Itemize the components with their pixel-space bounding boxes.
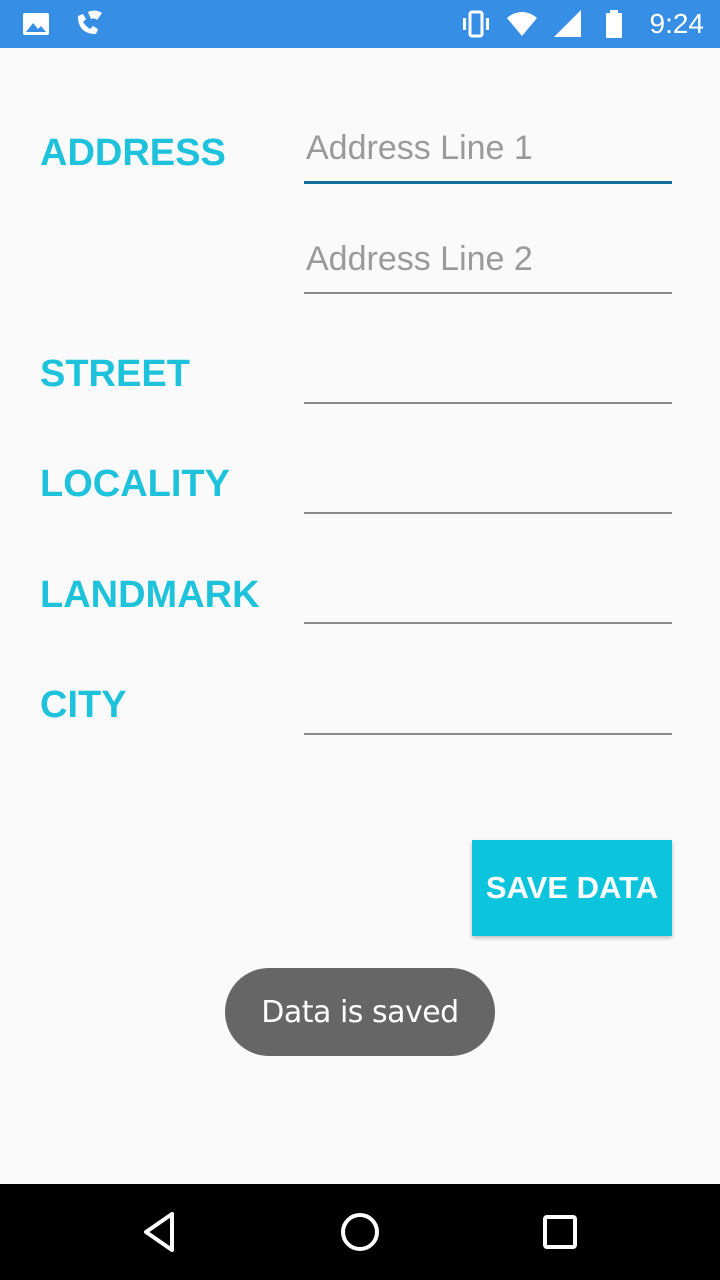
address-line-2-input[interactable] bbox=[304, 234, 672, 294]
wifi-icon bbox=[506, 8, 538, 40]
city-label: CITY bbox=[40, 684, 127, 726]
toast: Data is saved bbox=[225, 968, 495, 1056]
back-icon bbox=[144, 1212, 174, 1252]
home-icon bbox=[341, 1213, 379, 1251]
status-bar: 9:24 bbox=[0, 0, 720, 48]
save-data-button[interactable]: SAVE DATA bbox=[472, 840, 672, 936]
vibrate-icon bbox=[460, 8, 492, 40]
address-line-1-input[interactable] bbox=[304, 124, 672, 184]
recents-icon bbox=[543, 1215, 577, 1249]
landmark-label: LANDMARK bbox=[40, 574, 260, 616]
locality-input[interactable] bbox=[304, 454, 672, 514]
back-button[interactable] bbox=[132, 1204, 188, 1260]
phone-wifi-icon bbox=[72, 8, 104, 40]
toast-message: Data is saved bbox=[261, 994, 459, 1030]
street-label: STREET bbox=[40, 353, 190, 395]
recents-button[interactable] bbox=[532, 1204, 588, 1260]
landmark-input[interactable] bbox=[304, 564, 672, 624]
address-label: ADDRESS bbox=[40, 132, 226, 174]
status-time: 9:24 bbox=[649, 8, 705, 39]
home-button[interactable] bbox=[332, 1204, 388, 1260]
image-icon bbox=[20, 8, 52, 40]
city-input[interactable] bbox=[304, 675, 672, 735]
signal-icon bbox=[552, 8, 584, 40]
street-input[interactable] bbox=[304, 344, 672, 404]
navigation-bar bbox=[0, 1184, 720, 1280]
locality-label: LOCALITY bbox=[40, 463, 230, 505]
battery-icon bbox=[598, 8, 630, 40]
